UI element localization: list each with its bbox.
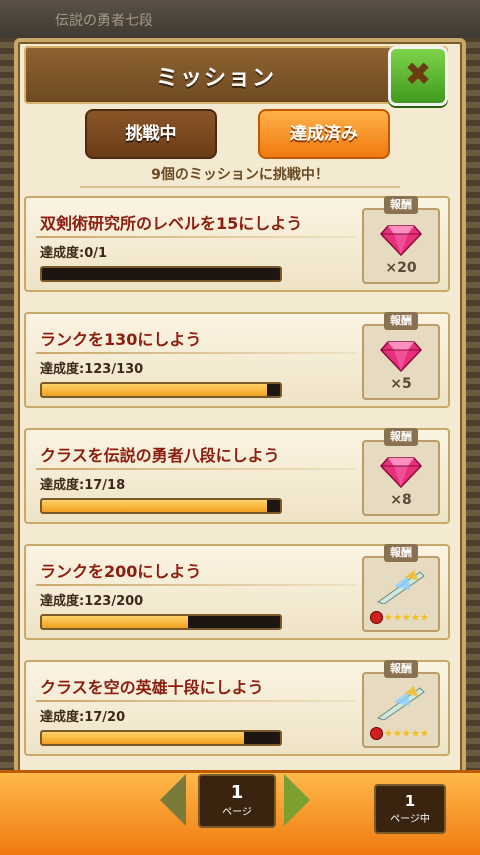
mission-title: ランクを200にしよう xyxy=(40,562,202,581)
mission-progress-text: 達成度:0/1 xyxy=(40,246,108,261)
background-title: 伝説の勇者七段 xyxy=(55,13,153,29)
weapon-icon xyxy=(376,570,425,604)
progress-fill xyxy=(42,500,267,512)
page-title: ミッション xyxy=(155,66,276,91)
mission-progress-text: 達成度:17/18 xyxy=(40,478,126,493)
reward-count: ×5 xyxy=(390,376,412,392)
mission-progress-bar xyxy=(40,614,282,630)
page-unit-label: ページ xyxy=(222,807,252,818)
reward-count: ×8 xyxy=(390,492,412,508)
mission-count-status: 9個のミッションに挑戦中！ xyxy=(151,167,329,183)
reward-tag: 報酬 xyxy=(384,660,418,678)
mission-divider xyxy=(36,352,356,354)
reward-box[interactable]: ×8 xyxy=(362,440,440,516)
mission-progress-bar xyxy=(40,382,282,398)
reward-tag: 報酬 xyxy=(384,428,418,446)
mission-row[interactable]: ランクを130にしよう達成度:123/130 ×5 報酬 xyxy=(24,312,450,408)
background-header: 伝説の勇者七段 xyxy=(0,0,480,38)
reward-box[interactable]: ×20 xyxy=(362,208,440,284)
next-page-arrow-icon[interactable] xyxy=(284,774,310,826)
mission-row[interactable]: クラスを空の英雄十段にしよう達成度:17/20 ★★★★★ 報酬 xyxy=(24,660,450,756)
mission-progress-text: 達成度:123/130 xyxy=(40,362,144,377)
mission-divider xyxy=(36,584,356,586)
tab-completed[interactable]: 達成済み xyxy=(258,109,390,159)
current-page-indicator[interactable]: 1 ページ中 xyxy=(374,784,446,834)
mission-row[interactable]: 双剣術研究所のレベルを15にしよう達成度:0/1 ×20 報酬 xyxy=(24,196,450,292)
mission-title: ランクを130にしよう xyxy=(40,330,202,349)
mission-title: クラスを空の英雄十段にしよう xyxy=(40,678,264,697)
mission-progress-text: 達成度:123/200 xyxy=(40,594,144,609)
weapon-icon xyxy=(376,686,425,720)
current-page-unit-label: ページ中 xyxy=(390,814,430,825)
reward-box[interactable]: ×5 xyxy=(362,324,440,400)
mission-progress-bar xyxy=(40,730,282,746)
mission-title: クラスを伝説の勇者八段にしよう xyxy=(40,446,280,465)
progress-fill xyxy=(42,384,268,396)
reward-count: ×20 xyxy=(385,260,417,276)
close-button[interactable]: ✖ xyxy=(388,46,448,106)
mission-row[interactable]: クラスを伝説の勇者八段にしよう達成度:17/18 ×8 報酬 xyxy=(24,428,450,524)
mission-divider xyxy=(36,468,356,470)
mission-progress-bar xyxy=(40,498,282,514)
reward-box[interactable]: ★★★★★ xyxy=(362,556,440,632)
mission-progress-text: 達成度:17/20 xyxy=(40,710,126,725)
title-bar: ミッション xyxy=(24,46,448,104)
reward-tag: 報酬 xyxy=(384,312,418,330)
gem-icon xyxy=(380,341,422,372)
reward-box[interactable]: ★★★★★ xyxy=(362,672,440,748)
progress-fill xyxy=(42,616,189,628)
mission-progress-bar xyxy=(40,266,282,282)
rarity-stars: ★★★★★ xyxy=(370,611,429,624)
page-number: 1 xyxy=(230,782,244,803)
gem-icon xyxy=(380,457,422,488)
mission-divider xyxy=(36,700,356,702)
reward-tag: 報酬 xyxy=(384,196,418,214)
mission-row[interactable]: ランクを200にしよう達成度:123/200 ★★★★★ 報酬 xyxy=(24,544,450,640)
rarity-stars: ★★★★★ xyxy=(370,727,429,740)
page-indicator: 1 ページ xyxy=(198,774,276,828)
mission-title: 双剣術研究所のレベルを15にしよう xyxy=(40,214,303,233)
element-icon xyxy=(370,727,383,740)
progress-fill xyxy=(42,732,245,744)
tab-in-progress[interactable]: 挑戦中 xyxy=(85,109,217,159)
gem-icon xyxy=(380,225,422,256)
prev-page-arrow-icon[interactable] xyxy=(160,774,186,826)
mission-divider xyxy=(36,236,356,238)
divider xyxy=(80,186,400,188)
current-page-number: 1 xyxy=(404,792,416,810)
reward-tag: 報酬 xyxy=(384,544,418,562)
close-icon: ✖ xyxy=(404,55,432,93)
element-icon xyxy=(370,611,383,624)
